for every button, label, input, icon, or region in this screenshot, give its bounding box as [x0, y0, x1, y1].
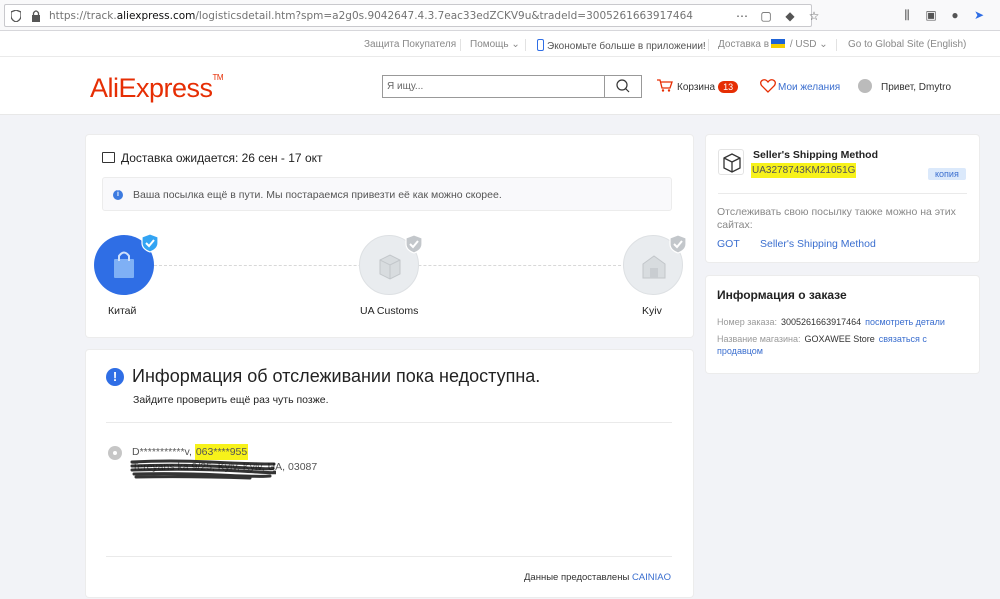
- route-label-origin: Китай: [108, 305, 137, 317]
- view-details-link[interactable]: посмотреть детали: [865, 317, 945, 327]
- warehouse-icon: [642, 255, 666, 279]
- library-icon[interactable]: ⫼: [900, 8, 914, 22]
- cart-link[interactable]: Корзина 13: [657, 79, 739, 93]
- copy-button[interactable]: копия: [928, 168, 966, 180]
- extension-icon[interactable]: ◆: [783, 9, 797, 23]
- global-site-link[interactable]: Go to Global Site (English): [848, 39, 966, 50]
- contact-seller-link-cont[interactable]: продавцом: [717, 346, 763, 356]
- user-menu[interactable]: Привет, Dmytro: [858, 79, 951, 93]
- search-icon: [616, 79, 630, 93]
- tracking-number: UA3278743KM21051G: [751, 163, 857, 178]
- data-provider: Данные предоставлены CAINIAO: [523, 572, 671, 583]
- shipping-method-title: Seller's Shipping Method: [753, 149, 879, 161]
- tracking-subheading: Зайдите проверить ещё раз чуть позже.: [133, 394, 329, 406]
- divider: [718, 193, 967, 194]
- browser-toolbar: https://track.aliexpress.com/logisticsde…: [0, 0, 1000, 31]
- order-number-row: Номер заказа: 3005261663917464 посмотреть …: [717, 317, 945, 327]
- cainiao-link[interactable]: CAINIAO: [632, 572, 671, 583]
- transit-notice: i Ваша посылка ещё в пути. Мы постараемс…: [102, 177, 672, 211]
- search-input[interactable]: [383, 76, 605, 97]
- seller-shipping-link[interactable]: Seller's Shipping Method: [760, 238, 876, 250]
- chevron-down-icon: ⌄: [819, 39, 828, 50]
- contact-seller-link[interactable]: связаться с: [879, 334, 927, 344]
- ship-to-selector[interactable]: Доставка в / USD ⌄: [718, 39, 828, 50]
- route-label-destination: Kyiv: [642, 305, 662, 317]
- app-promo-link[interactable]: Экономьте больше в приложении!: [537, 39, 706, 52]
- location-pin-icon: [108, 446, 122, 460]
- divider: [106, 556, 672, 557]
- package-box: [718, 149, 744, 175]
- account-icon[interactable]: ●: [948, 8, 962, 22]
- phone-icon: [537, 39, 544, 51]
- buyer-protection-link[interactable]: Защита Покупателя: [364, 39, 456, 50]
- heart-icon: [760, 79, 776, 93]
- shipping-method-card: Seller's Shipping Method UA3278743KM2105…: [706, 135, 979, 262]
- pocket-icon[interactable]: ▢: [759, 9, 773, 23]
- route-label-customs: UA Customs: [360, 305, 419, 317]
- route-node-origin: [94, 233, 159, 295]
- check-badge-icon: [405, 234, 423, 254]
- order-info-card: Информация о заказе Номер заказа: 3005261…: [706, 276, 979, 373]
- site-header: AliExpressTM Корзина13 Мои желания Приве…: [0, 57, 1000, 115]
- search-button[interactable]: [604, 76, 641, 97]
- redaction-scribble: [130, 459, 276, 480]
- ukraine-flag-icon: [771, 39, 786, 48]
- contact-seller-row: продавцом: [717, 346, 763, 356]
- package-icon: [723, 153, 741, 173]
- lock-icon[interactable]: [31, 10, 41, 22]
- top-utility-nav: Защита Покупателя Помощь ⌄ Экономьте бол…: [0, 31, 1000, 57]
- route-node-destination: [623, 234, 687, 295]
- alert-icon: !: [106, 368, 124, 386]
- sidebar-icon[interactable]: ▣: [924, 8, 938, 22]
- help-menu[interactable]: Помощь ⌄: [470, 39, 520, 50]
- avatar-icon: [858, 79, 872, 93]
- store-name-row: Название магазина: GOXAWEE Store связаться…: [717, 334, 927, 344]
- cursor-icon[interactable]: ➤: [972, 8, 986, 22]
- route-node-customs: [359, 234, 423, 295]
- got-link[interactable]: GOT: [717, 238, 740, 250]
- cart-count-badge: 13: [718, 81, 739, 93]
- info-icon: i: [113, 190, 123, 200]
- aliexpress-logo[interactable]: AliExpressTM: [90, 73, 224, 104]
- recipient-line: D***********v, 063****955: [132, 444, 249, 460]
- tracking-unavailable-heading: ! Информация об отслеживании пока недосту…: [106, 366, 540, 387]
- shopping-bag-icon: [114, 251, 134, 278]
- delivery-card: Доставка ожидается: 26 сен - 17 окт i Ва…: [86, 135, 693, 337]
- cart-icon: [657, 79, 673, 92]
- order-info-title: Информация о заказе: [717, 288, 847, 302]
- ellipsis-icon[interactable]: ⋯: [735, 9, 749, 23]
- url-text[interactable]: https://track.aliexpress.com/logisticsde…: [49, 10, 693, 22]
- tracking-card: ! Информация об отслеживании пока недосту…: [86, 350, 693, 597]
- bookmark-star-icon[interactable]: ☆: [807, 9, 821, 23]
- truck-icon: [102, 152, 115, 163]
- search-bar: [382, 75, 642, 98]
- chevron-down-icon: ⌄: [511, 39, 520, 50]
- also-track-text: Отслеживать свою посылку также можно на …: [717, 206, 956, 231]
- delivery-estimate: Доставка ожидается: 26 сен - 17 окт: [102, 151, 323, 165]
- shield-icon[interactable]: [11, 10, 21, 22]
- check-badge-icon: [141, 233, 159, 253]
- divider: [106, 422, 672, 423]
- package-icon: [379, 254, 401, 280]
- wishlist-link[interactable]: Мои желания: [760, 79, 840, 93]
- url-bar[interactable]: https://track.aliexpress.com/logisticsde…: [4, 4, 819, 27]
- check-badge-icon: [669, 234, 687, 254]
